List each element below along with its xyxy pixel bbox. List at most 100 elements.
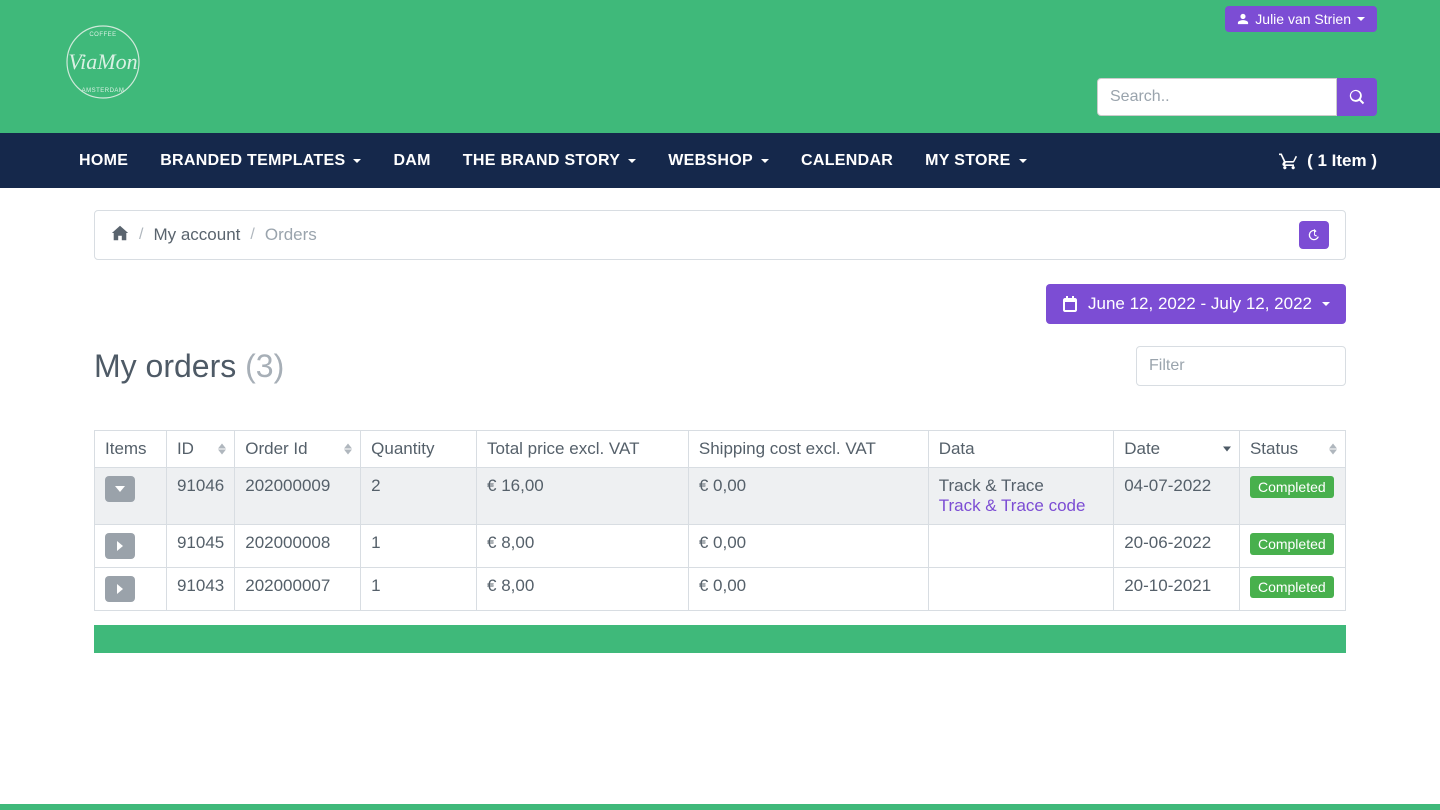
cell-status: Completed bbox=[1239, 568, 1345, 611]
date-range-button[interactable]: June 12, 2022 - July 12, 2022 bbox=[1046, 284, 1346, 324]
nav-item-webshop[interactable]: WEBSHOP bbox=[652, 133, 785, 188]
triangle-down-icon bbox=[115, 486, 125, 492]
filter-input[interactable] bbox=[1136, 346, 1346, 386]
cell-quantity: 2 bbox=[361, 468, 477, 525]
col-total: Total price excl. VAT bbox=[477, 431, 689, 468]
col-date[interactable]: Date bbox=[1114, 431, 1240, 468]
cell-order_id: 202000008 bbox=[235, 525, 361, 568]
status-badge: Completed bbox=[1250, 576, 1334, 598]
track-trace-label: Track & Trace bbox=[939, 476, 1104, 496]
chevron-down-icon bbox=[761, 159, 769, 163]
svg-text:COFFEE: COFFEE bbox=[89, 32, 116, 38]
cell-status: Completed bbox=[1239, 468, 1345, 525]
nav-item-the-brand-story[interactable]: THE BRAND STORY bbox=[447, 133, 652, 188]
chevron-down-icon bbox=[628, 159, 636, 163]
nav-label: MY STORE bbox=[925, 152, 1010, 170]
col-items: Items bbox=[95, 431, 167, 468]
chevron-down-icon bbox=[1357, 17, 1365, 21]
triangle-right-icon bbox=[117, 584, 123, 594]
nav-item-my-store[interactable]: MY STORE bbox=[909, 133, 1042, 188]
nav-label: THE BRAND STORY bbox=[463, 152, 620, 170]
nav-label: BRANDED TEMPLATES bbox=[160, 152, 345, 170]
history-button[interactable] bbox=[1299, 221, 1329, 249]
col-quantity: Quantity bbox=[361, 431, 477, 468]
triangle-right-icon bbox=[117, 541, 123, 551]
nav-item-home[interactable]: HOME bbox=[63, 133, 144, 188]
col-order-id[interactable]: Order Id bbox=[235, 431, 361, 468]
breadcrumb-separator: / bbox=[139, 226, 143, 244]
date-range-label: June 12, 2022 - July 12, 2022 bbox=[1088, 294, 1312, 314]
orders-table: Items ID Order Id Quantity Total price e… bbox=[94, 430, 1346, 611]
breadcrumb-home[interactable] bbox=[111, 224, 129, 247]
col-status[interactable]: Status bbox=[1239, 431, 1345, 468]
cell-date: 20-06-2022 bbox=[1114, 525, 1240, 568]
cell-data bbox=[928, 525, 1114, 568]
nav-label: DAM bbox=[393, 152, 430, 170]
breadcrumb: / My account / Orders bbox=[94, 210, 1346, 260]
cell-data bbox=[928, 568, 1114, 611]
search-icon bbox=[1349, 89, 1365, 105]
main-nav: HOME BRANDED TEMPLATES DAM THE BRAND STORY W… bbox=[0, 133, 1440, 188]
table-row: 910452020000081€ 8,00€ 0,00 20-06-2022 Com… bbox=[95, 525, 1346, 568]
nav-label: WEBSHOP bbox=[668, 152, 753, 170]
cell-total: € 8,00 bbox=[477, 568, 689, 611]
search-button[interactable] bbox=[1337, 78, 1377, 116]
cell-shipping: € 0,00 bbox=[688, 468, 928, 525]
calendar-icon bbox=[1062, 296, 1078, 312]
cell-shipping: € 0,00 bbox=[688, 568, 928, 611]
cell-shipping: € 0,00 bbox=[688, 525, 928, 568]
cell-id: 91045 bbox=[166, 525, 234, 568]
history-icon bbox=[1307, 228, 1321, 242]
cell-total: € 16,00 bbox=[477, 468, 689, 525]
status-badge: Completed bbox=[1250, 476, 1334, 498]
expand-row-button[interactable] bbox=[105, 533, 135, 559]
breadcrumb-separator: / bbox=[250, 226, 254, 244]
col-data: Data bbox=[928, 431, 1114, 468]
table-row: 910462020000092€ 16,00€ 0,00Track & Trac… bbox=[95, 468, 1346, 525]
cell-order_id: 202000007 bbox=[235, 568, 361, 611]
track-trace-link[interactable]: Track & Trace code bbox=[939, 496, 1086, 515]
user-menu-button[interactable]: Julie van Strien bbox=[1225, 6, 1377, 32]
cell-quantity: 1 bbox=[361, 525, 477, 568]
cell-order_id: 202000009 bbox=[235, 468, 361, 525]
nav-label: HOME bbox=[79, 152, 128, 170]
col-shipping: Shipping cost excl. VAT bbox=[688, 431, 928, 468]
cell-quantity: 1 bbox=[361, 568, 477, 611]
cell-total: € 8,00 bbox=[477, 525, 689, 568]
breadcrumb-current: Orders bbox=[265, 225, 317, 245]
cart-icon bbox=[1279, 151, 1299, 171]
cell-id: 91043 bbox=[166, 568, 234, 611]
cart-label: ( 1 Item ) bbox=[1307, 151, 1377, 171]
bottom-green-strip bbox=[0, 804, 1440, 810]
expand-row-button[interactable] bbox=[105, 576, 135, 602]
svg-text:AMSTERDAM: AMSTERDAM bbox=[82, 88, 125, 94]
cell-data: Track & TraceTrack & Trace code bbox=[928, 468, 1114, 525]
expand-row-button[interactable] bbox=[105, 476, 135, 502]
cell-id: 91046 bbox=[166, 468, 234, 525]
chevron-down-icon bbox=[353, 159, 361, 163]
footer-accent-bar bbox=[94, 625, 1346, 653]
search-group bbox=[1097, 78, 1377, 116]
brand-logo[interactable]: COFFEE ViaMon AMSTERDAM bbox=[63, 22, 143, 102]
cart-link[interactable]: ( 1 Item ) bbox=[1279, 151, 1377, 171]
user-name: Julie van Strien bbox=[1255, 11, 1351, 27]
cell-status: Completed bbox=[1239, 525, 1345, 568]
status-badge: Completed bbox=[1250, 533, 1334, 555]
header-green: COFFEE ViaMon AMSTERDAM Julie van Strien bbox=[0, 0, 1440, 133]
cell-date: 04-07-2022 bbox=[1114, 468, 1240, 525]
nav-label: CALENDAR bbox=[801, 152, 893, 170]
home-icon bbox=[111, 224, 129, 242]
table-row: 910432020000071€ 8,00€ 0,00 20-10-2021 Com… bbox=[95, 568, 1346, 611]
cell-date: 20-10-2021 bbox=[1114, 568, 1240, 611]
svg-text:ViaMon: ViaMon bbox=[68, 49, 137, 74]
page-title: My orders (3) bbox=[94, 348, 284, 385]
chevron-down-icon bbox=[1322, 302, 1330, 306]
breadcrumb-my-account[interactable]: My account bbox=[153, 225, 240, 245]
search-input[interactable] bbox=[1097, 78, 1337, 116]
nav-item-branded-templates[interactable]: BRANDED TEMPLATES bbox=[144, 133, 377, 188]
col-id[interactable]: ID bbox=[166, 431, 234, 468]
nav-item-dam[interactable]: DAM bbox=[377, 133, 446, 188]
nav-item-calendar[interactable]: CALENDAR bbox=[785, 133, 909, 188]
user-icon bbox=[1237, 13, 1249, 25]
chevron-down-icon bbox=[1019, 159, 1027, 163]
